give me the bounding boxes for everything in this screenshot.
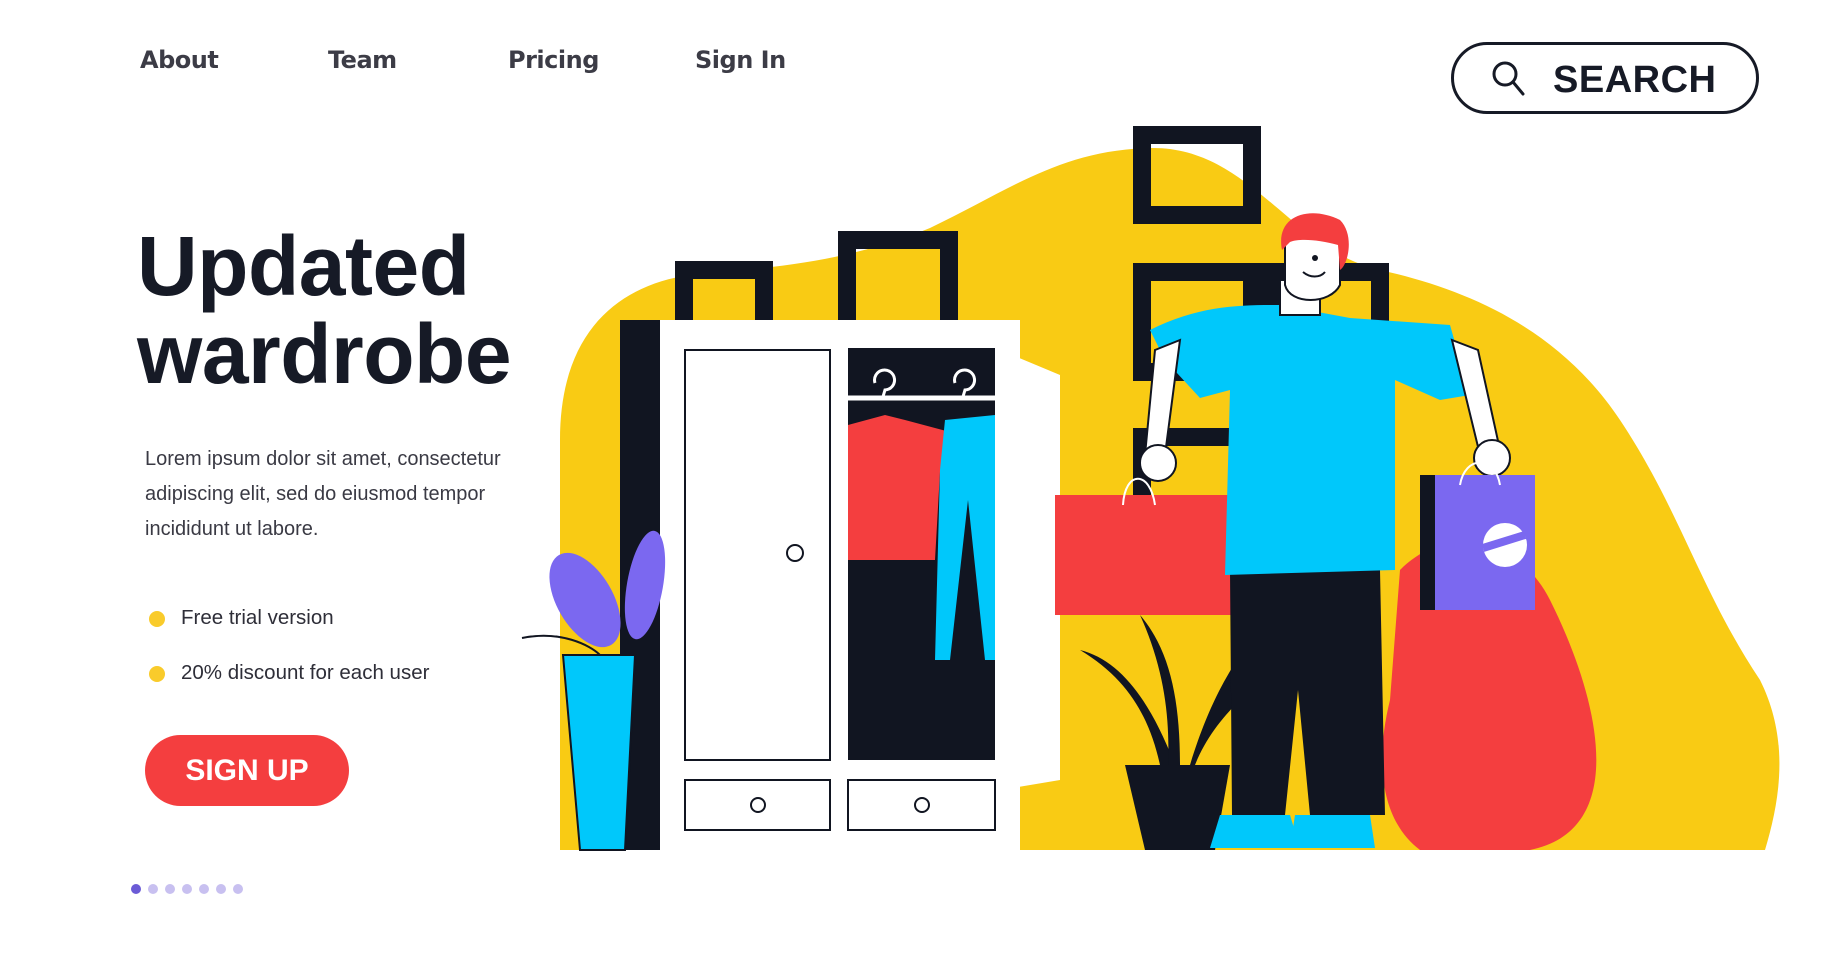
- purple-shopping-bag: [1420, 461, 1535, 610]
- red-shopping-bag: [1055, 477, 1240, 615]
- hero-illustration: [521, 126, 1780, 851]
- wardrobe: [620, 320, 1060, 850]
